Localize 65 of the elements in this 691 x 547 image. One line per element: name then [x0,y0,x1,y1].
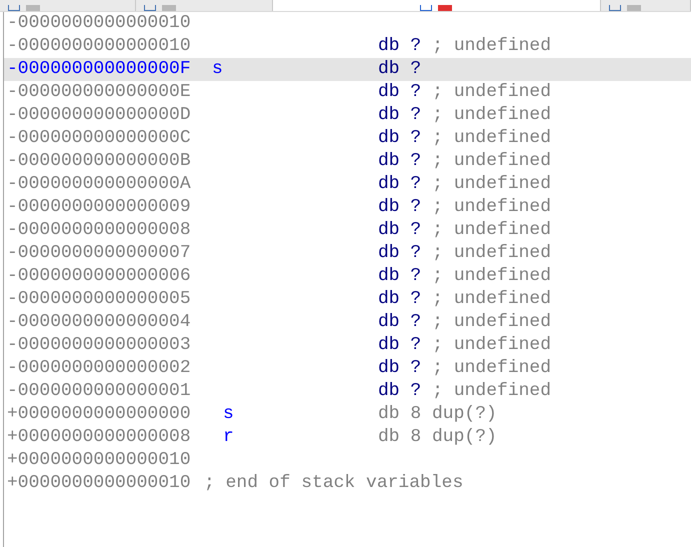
address-text: +0000000000000010 [7,472,192,495]
variable-name: s [212,59,223,79]
address-text: -0000000000000010 [7,12,192,35]
address-text: -0000000000000009 [7,196,192,219]
address-text: -0000000000000010 [7,35,192,58]
comment-text: ; undefined [432,288,552,311]
definition-text: db ? [378,58,422,81]
definition-text: db ? [378,35,422,58]
comment-text: ; undefined [432,311,552,334]
address-text: -000000000000000A [7,173,192,196]
address-text: -0000000000000005 [7,288,192,311]
comment-text: ; undefined [432,265,552,288]
definition-text: db ? [378,242,422,265]
definition-text: db ? [378,380,422,403]
variable-name: r [223,427,234,447]
address-text: -000000000000000D [7,104,192,127]
comment-text: ; undefined [432,173,552,196]
comment-text: ; undefined [432,196,552,219]
definition-text: db ? [378,150,422,173]
comment-text: ; undefined [432,242,552,265]
tab[interactable] [600,0,691,11]
definition-text: db ? [378,127,422,150]
comment-text: ; undefined [432,219,552,242]
address-text: -0000000000000006 [7,265,192,288]
definition-text: db 8 dup(?) [378,426,497,449]
definition-text: db ? [378,288,422,311]
address-text: +0000000000000000 [7,403,192,426]
address-text: -000000000000000F [7,58,192,81]
address-text: +0000000000000008 [7,426,192,449]
window-icon [608,5,621,11]
window-icon [144,5,156,11]
definition-text: db ? [378,334,422,357]
comment-text: ; undefined [432,104,552,127]
address-text: -0000000000000007 [7,242,192,265]
address-text: -0000000000000001 [7,380,192,403]
definition-text: db ? [378,265,422,288]
comment-text: ; undefined [432,380,552,403]
address-text: -0000000000000002 [7,357,192,380]
definition-text: db ? [378,219,422,242]
definition-text: db ? [378,196,422,219]
definition-text: db ? [378,357,422,380]
comment-text: ; undefined [432,150,552,173]
comment-text: ; undefined [432,357,552,380]
comment-text: ; undefined [432,334,552,357]
window-icon [8,5,20,11]
address-text: +0000000000000010 [7,449,192,472]
window-icon [420,5,432,11]
address-text: -000000000000000B [7,150,192,173]
selected-row[interactable]: -000000000000000F s db ? [4,58,691,81]
definition-text: db 8 dup(?) [378,403,497,426]
address-text: -0000000000000008 [7,219,192,242]
definition-text: db ? [378,81,422,104]
comment-text: ; undefined [432,127,552,150]
address-text: -0000000000000003 [7,334,192,357]
address-text: -000000000000000E [7,81,192,104]
comment-text: ; undefined [432,81,552,104]
address-text: -000000000000000C [7,127,192,150]
definition-text: db ? [378,104,422,127]
definition-text: db ? [378,173,422,196]
variable-name: s [223,404,234,424]
comment-text: ; undefined [432,35,552,58]
tab[interactable] [272,0,601,11]
definition-text: db ? [378,311,422,334]
comment-text: ; end of stack variables [203,472,464,495]
address-text: -0000000000000004 [7,311,192,334]
